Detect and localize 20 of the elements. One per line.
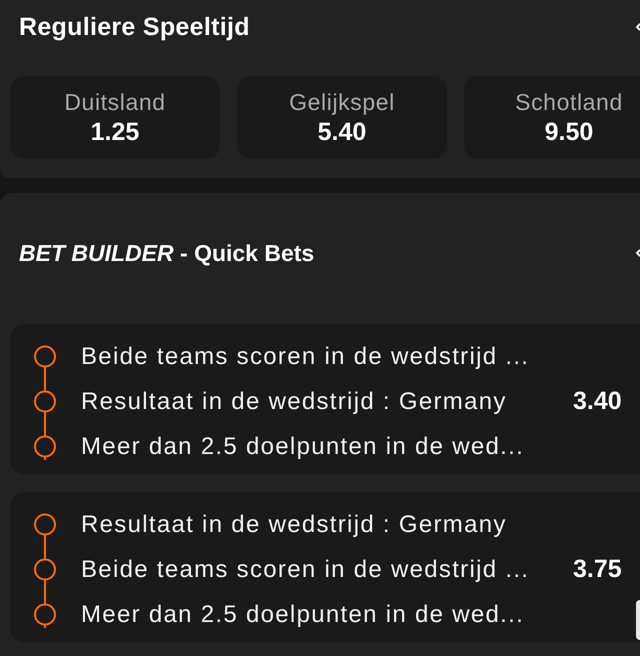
leg-text: Beide teams scoren in de wedstrijd ...	[81, 342, 530, 370]
caret-icon[interactable]	[635, 23, 640, 31]
combo-odds: 3.75	[573, 555, 622, 584]
bet-builder-title: BET BUILDER - Quick Bets	[19, 240, 314, 266]
leg-text: Meer dan 2.5 doelpunten in de wed...	[81, 600, 524, 628]
leg-text: Resultaat in de wedstrijd : Germany	[81, 510, 507, 538]
leg-text: Beide teams scoren in de wedstrijd ...	[81, 556, 530, 584]
combo-odds: 3.40	[573, 387, 622, 416]
leg-marker-icon	[33, 379, 57, 424]
quick-bet-card[interactable]: Resultaat in de wedstrijd : Germany Beide teams scoren in de wedstrijd ... Meer dan 2.5 doelpunten in de wed... 3.75	[10, 492, 640, 642]
leg-text: Resultaat in de wedstrijd : Germany	[81, 388, 507, 416]
leg-marker-icon	[33, 547, 57, 592]
market-title: Reguliere Speeltijd	[19, 12, 250, 42]
leg-text: Meer dan 2.5 doelpunten in de wed...	[81, 432, 524, 460]
odds-button[interactable]: Gelijkspel 5.40	[237, 76, 447, 159]
odds-button[interactable]: Schotland 9.50	[464, 76, 640, 159]
caret-icon[interactable]	[635, 249, 640, 257]
quick-bet-card[interactable]: Beide teams scoren in de wedstrijd ... Resultaat in de wedstrijd : Germany Meer dan 2.5 doelpunten in de wed... 3.40	[10, 324, 640, 474]
floating-button[interactable]	[636, 600, 640, 640]
odds-button[interactable]: Duitsland 1.25	[10, 76, 220, 159]
